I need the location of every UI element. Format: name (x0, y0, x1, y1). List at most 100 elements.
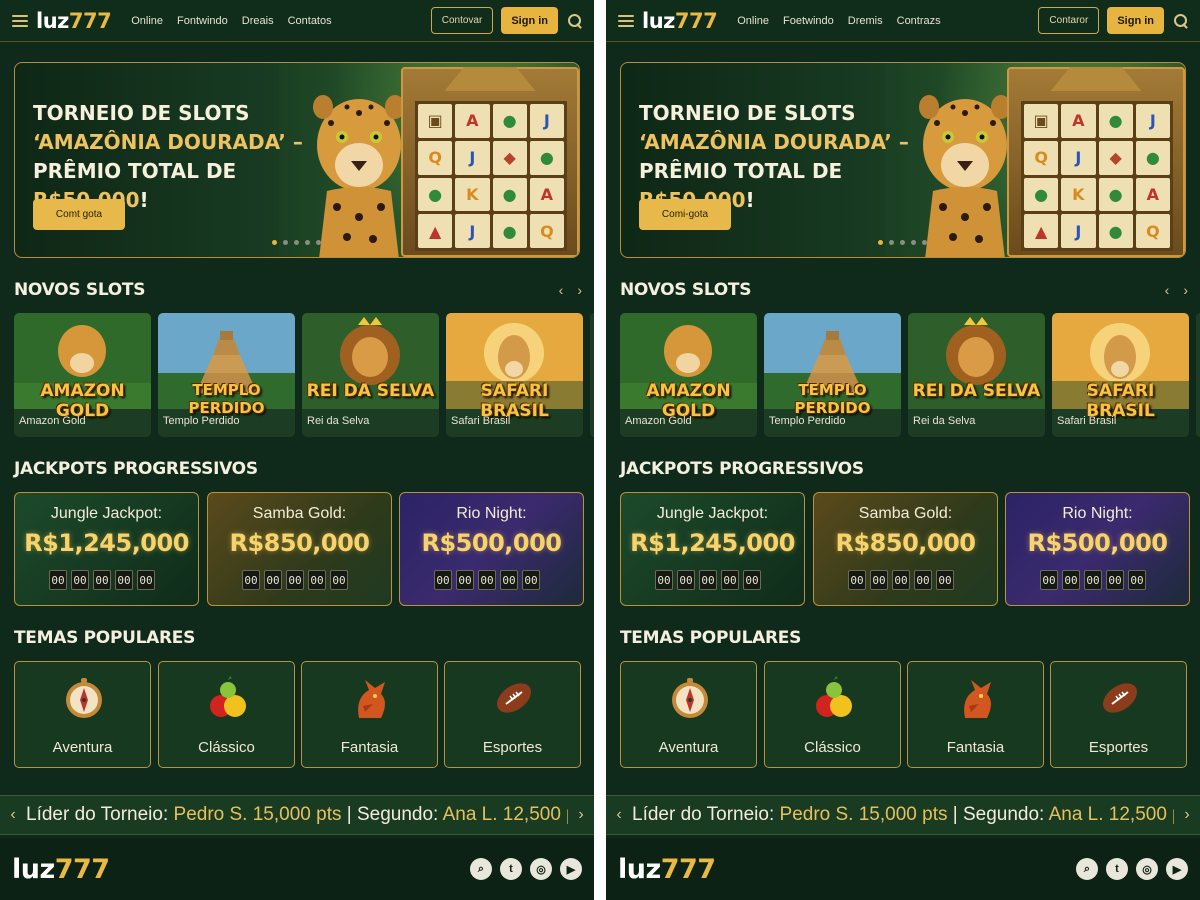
menu-icon[interactable] (618, 14, 634, 27)
youtube-icon[interactable]: ▶ (1166, 858, 1188, 880)
theme-card-fantasia[interactable]: Fantasia (907, 661, 1044, 768)
nav-link-2[interactable]: Foetwindo (783, 15, 834, 27)
football-icon (496, 683, 532, 713)
carousel-dots[interactable] (272, 240, 321, 245)
slot-caption: Rei da Selva (307, 415, 370, 427)
slot-card-safari-brasil[interactable]: SAFARI BRASIL Safari Brasil (446, 313, 583, 437)
dragon-icon (964, 680, 991, 718)
nav-link-online[interactable]: Online (131, 15, 163, 27)
slot-caption: Amazon Gold (625, 415, 692, 427)
instagram-icon[interactable]: ◎ (1136, 858, 1158, 880)
jackpot-amount: R$1,245,000 (24, 529, 189, 557)
hero-banner[interactable]: TORNEIO DE SLOTS ‘AMAZÔNIA DOURADA’ – PR… (14, 62, 580, 258)
jackpot-card-jungle[interactable]: Jungle Jackpot: R$1,245,000 00 00 00 00 00 (620, 492, 805, 606)
carousel-dots[interactable] (878, 240, 927, 245)
chevron-right-icon[interactable]: › (1183, 282, 1188, 298)
jackpot-card-jungle[interactable]: Jungle Jackpot: R$1,245,000 00 00 00 00 00 (14, 492, 199, 606)
social-links: ⌕ t ◎ ▶ (1076, 858, 1188, 880)
jackpot-name: Rio Night: (1062, 505, 1133, 522)
jackpot-amount: R$1,245,000 (630, 529, 795, 557)
jackpot-card-rio[interactable]: Rio Night: R$500,000 00 00 00 00 00 (1005, 492, 1190, 606)
chevron-left-icon[interactable]: ‹ (1165, 282, 1170, 298)
slot-card-rei-da-selva[interactable]: REI DA SELVA Rei da Selva (302, 313, 439, 437)
jackpot-amount: R$500,000 (1027, 529, 1169, 557)
slot-card-rei-da-selva[interactable]: REI DA SELVA Rei da Selva (908, 313, 1045, 437)
jackpot-timer: 00 00 00 00 00 (434, 570, 540, 590)
theme-card-aventura[interactable]: Aventura (620, 661, 757, 768)
slot-caption: Safari Brasil (451, 415, 511, 427)
jackpot-amount: R$500,000 (421, 529, 563, 557)
site-logo[interactable]: luz777 (36, 9, 112, 33)
slot-card-partial[interactable] (1196, 313, 1200, 437)
mobile-page-left: luz777 Online Fontwindo Dreais Contatos … (0, 0, 594, 900)
theme-label: Aventura (658, 739, 719, 756)
theme-card-aventura[interactable]: Aventura (14, 661, 151, 768)
footer-logo[interactable]: luz777 (618, 854, 716, 885)
section-title-jackpots: JACKPOTS PROGRESSIVOS (14, 459, 258, 479)
chevron-left-icon[interactable]: ‹ (606, 806, 632, 824)
theme-card-fantasia[interactable]: Fantasia (301, 661, 438, 768)
sign-in-button[interactable]: Sign in (501, 7, 558, 34)
chevron-right-icon[interactable]: › (577, 282, 582, 298)
tournament-ticker: ‹ Líder do Torneio: Pedro S. 15,000 pts … (0, 795, 594, 835)
search-icon[interactable] (1174, 13, 1188, 28)
slot-card-amazon-gold[interactable]: AMAZON GOLD Amazon Gold (620, 313, 757, 437)
hero-cta-button[interactable]: Comi-gota (639, 199, 731, 230)
chevron-right-icon[interactable]: › (1174, 806, 1200, 824)
theme-label: Clássico (804, 739, 861, 756)
slot-machine-illustration: ▣ A ● J Q J ◆ ● ● K ● A ▲ J ● Q (401, 67, 579, 257)
instagram-icon[interactable]: ◎ (530, 858, 552, 880)
chevron-left-icon[interactable]: ‹ (559, 282, 564, 298)
section-title-jackpots: JACKPOTS PROGRESSIVOS (620, 459, 864, 479)
site-footer: luz777 ⌕ t ◎ ▶ (606, 838, 1200, 900)
jackpot-name: Rio Night: (456, 505, 527, 522)
slot-card-templo-perdido[interactable]: TEMPLO PERDIDO Templo Perdido (764, 313, 901, 437)
slot-card-amazon-gold[interactable]: AMAZON GOLD Amazon Gold (14, 313, 151, 437)
theme-card-classico[interactable]: Clássico (764, 661, 901, 768)
nav-link-contatos[interactable]: Contatos (288, 15, 332, 27)
jackpot-name: Samba Gold: (252, 505, 347, 522)
menu-icon[interactable] (12, 14, 28, 27)
slot-carousel: AMAZON GOLD Amazon Gold TEMPLO PERDIDO T… (620, 313, 1200, 437)
nav-link-2[interactable]: Fontwindo (177, 15, 228, 27)
search-icon[interactable] (568, 13, 582, 28)
twitter-icon[interactable]: t (500, 858, 522, 880)
main-nav: Online Fontwindo Dreais Contatos (131, 15, 431, 27)
search-icon[interactable]: ⌕ (1076, 858, 1098, 880)
slot-card-partial[interactable] (590, 313, 594, 437)
jackpot-amount: R$850,000 (835, 529, 977, 557)
theme-card-classico[interactable]: Clássico (158, 661, 295, 768)
site-footer: luz777 ⌕ t ◎ ▶ (0, 838, 594, 900)
slot-card-safari-brasil[interactable]: SAFARI BRASIL Safari Brasil (1052, 313, 1189, 437)
sign-in-button[interactable]: Sign in (1107, 7, 1164, 34)
site-logo[interactable]: luz777 (642, 9, 718, 33)
theme-card-esportes[interactable]: Esportes (1050, 661, 1187, 768)
tournament-ticker: ‹ Líder do Torneio: Pedro S. 15,000 pts … (606, 795, 1200, 835)
youtube-icon[interactable]: ▶ (560, 858, 582, 880)
chevron-left-icon[interactable]: ‹ (0, 806, 26, 824)
footer-logo[interactable]: luz777 (12, 854, 110, 885)
theme-card-esportes[interactable]: Esportes (444, 661, 581, 768)
hero-banner[interactable]: TORNEIO DE SLOTS ‘AMAZÔNIA DOURADA’ – PR… (620, 62, 1186, 258)
section-title-temas: TEMAS POPULARES (620, 628, 802, 648)
social-links: ⌕ t ◎ ▶ (470, 858, 582, 880)
outline-button[interactable]: Contaror (1038, 7, 1100, 34)
nav-link-3[interactable]: Dremis (848, 15, 883, 27)
jackpot-card-samba[interactable]: Samba Gold: R$850,000 00 00 00 00 00 (813, 492, 998, 606)
nav-link-contatos[interactable]: Contrazs (897, 15, 941, 27)
slot-caption: Templo Perdido (163, 415, 240, 427)
outline-button[interactable]: Contovar (430, 7, 494, 34)
search-icon[interactable]: ⌕ (470, 858, 492, 880)
jackpot-card-rio[interactable]: Rio Night: R$500,000 00 00 00 00 00 (399, 492, 584, 606)
nav-link-3[interactable]: Dreais (242, 15, 274, 27)
top-header: luz777 Online Fontwindo Dreais Contatos … (0, 0, 594, 42)
mobile-page-right: luz777 Online Foetwindo Dremis Contrazs … (606, 0, 1200, 900)
hero-cta-button[interactable]: Comt gota (33, 199, 125, 230)
jackpot-name: Jungle Jackpot: (50, 505, 163, 522)
twitter-icon[interactable]: t (1106, 858, 1128, 880)
compass-icon (66, 678, 102, 718)
jackpot-card-samba[interactable]: Samba Gold: R$850,000 00 00 00 00 00 (207, 492, 392, 606)
chevron-right-icon[interactable]: › (568, 806, 594, 824)
nav-link-online[interactable]: Online (737, 15, 769, 27)
slot-card-templo-perdido[interactable]: TEMPLO PERDIDO Templo Perdido (158, 313, 295, 437)
